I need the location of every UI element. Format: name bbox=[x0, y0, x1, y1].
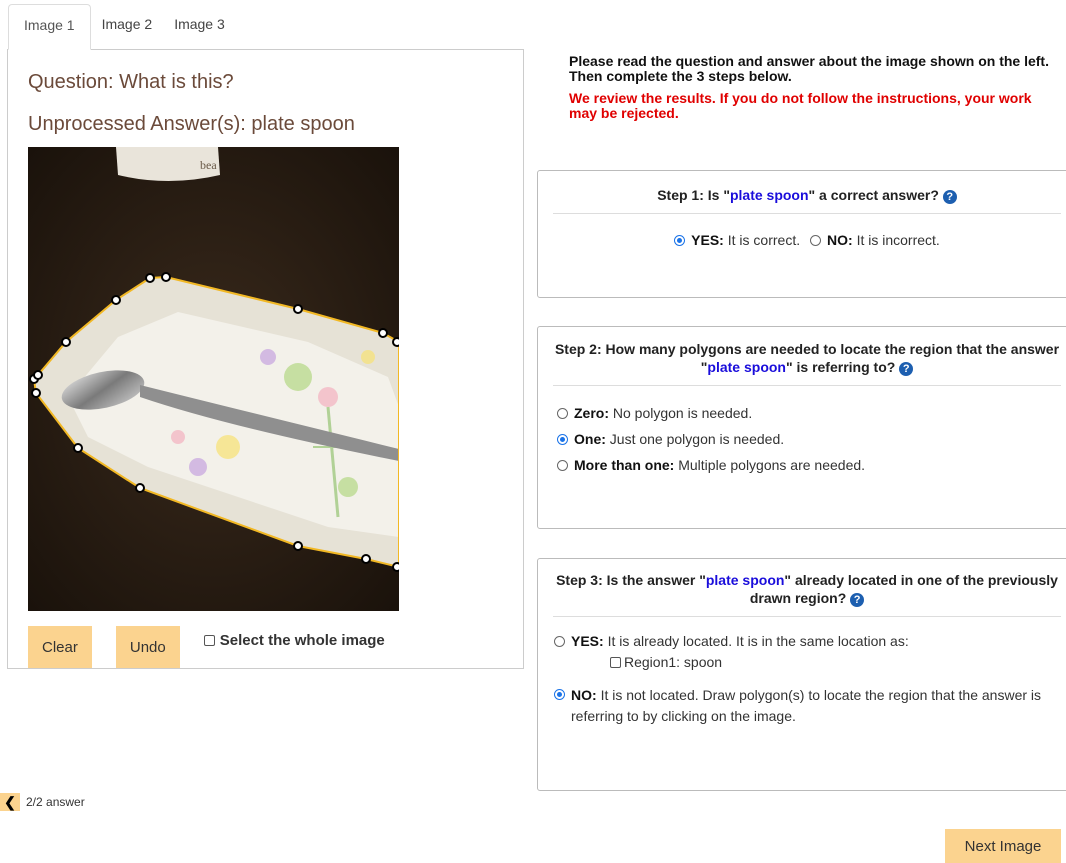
step-1-panel: Step 1: Is "plate spoon" a correct answe… bbox=[537, 170, 1066, 298]
radio-already-located[interactable] bbox=[554, 636, 565, 647]
warning-text: We review the results. If you do not fol… bbox=[569, 90, 1032, 121]
option-more-label: More than one: bbox=[574, 457, 675, 473]
polygon-vertex[interactable] bbox=[31, 388, 41, 398]
step-3-no-option[interactable]: NO: It is not located. Draw polygon(s) t… bbox=[554, 685, 1046, 727]
region1-label: Region1: spoon bbox=[624, 654, 723, 670]
radio-no[interactable] bbox=[810, 235, 821, 246]
polygon-vertex[interactable] bbox=[378, 328, 388, 338]
region1-checkbox-box[interactable] bbox=[610, 657, 621, 668]
polygon-vertex[interactable] bbox=[293, 304, 303, 314]
step-3-yes-option[interactable]: YES: It is already located. It is in the… bbox=[554, 631, 1046, 652]
image-controls: Clear Undo Select the whole image bbox=[28, 626, 385, 668]
step-3-no-text: It is not located. Draw polygon(s) to lo… bbox=[571, 687, 1042, 724]
clear-button[interactable]: Clear bbox=[28, 626, 92, 668]
no-text: It is incorrect. bbox=[856, 232, 940, 248]
radio-more[interactable] bbox=[557, 460, 568, 471]
annotation-image[interactable]: bea bbox=[28, 147, 399, 611]
step-3-options: YES: It is already located. It is in the… bbox=[538, 617, 1066, 727]
step-1-yes-option[interactable]: YES: It is correct. bbox=[674, 232, 800, 248]
instructions: Please read the question and answer abou… bbox=[569, 54, 1049, 121]
step-2-options: Zero: No polygon is needed. One: Just on… bbox=[538, 386, 1066, 478]
radio-not-located[interactable] bbox=[554, 689, 565, 700]
option-more[interactable]: More than one: Multiple polygons are nee… bbox=[557, 452, 1066, 478]
cup-text: bea bbox=[200, 158, 217, 172]
answer-text: Unprocessed Answer(s): plate spoon bbox=[28, 113, 355, 135]
step-3-yes-label: YES: bbox=[571, 633, 604, 649]
divider bbox=[553, 213, 1061, 214]
step-1-title: Step 1: Is "plate spoon" a correct answe… bbox=[538, 186, 1066, 204]
yes-label: YES: bbox=[691, 232, 724, 248]
step-2-title: Step 2: How many polygons are needed to … bbox=[538, 340, 1066, 376]
step-3-title: Step 3: Is the answer "plate spoon" alre… bbox=[538, 571, 1066, 607]
undo-button[interactable]: Undo bbox=[115, 626, 180, 668]
polygon-vertex[interactable] bbox=[293, 541, 303, 551]
step-1-answer: plate spoon bbox=[729, 187, 809, 203]
option-one[interactable]: One: Just one polygon is needed. bbox=[557, 426, 1066, 452]
step-3-no-label: NO: bbox=[571, 687, 597, 703]
option-zero-text: No polygon is needed. bbox=[612, 405, 753, 421]
polygon-vertex[interactable] bbox=[111, 295, 121, 305]
next-image-button[interactable]: Next Image bbox=[945, 829, 1061, 863]
tab-image-3[interactable]: Image 3 bbox=[163, 4, 236, 50]
chevron-left-icon[interactable]: ❮ bbox=[0, 793, 20, 811]
polygon-vertex[interactable] bbox=[161, 272, 171, 282]
radio-zero[interactable] bbox=[557, 408, 568, 419]
no-label: NO: bbox=[827, 232, 853, 248]
question-text: Question: What is this? bbox=[28, 71, 234, 93]
polygon-vertex[interactable] bbox=[392, 562, 399, 572]
help-icon[interactable]: ? bbox=[850, 593, 865, 607]
polygon-vertex[interactable] bbox=[135, 483, 145, 493]
tab-image-2[interactable]: Image 2 bbox=[91, 4, 164, 50]
option-zero[interactable]: Zero: No polygon is needed. bbox=[557, 400, 1066, 426]
polygon-vertex[interactable] bbox=[145, 273, 155, 283]
step-3-prefix: Step 3: Is the answer " bbox=[556, 572, 706, 588]
image-tabs: Image 1 Image 2 Image 3 bbox=[8, 4, 236, 50]
polygon-vertex[interactable] bbox=[33, 370, 43, 380]
tab-image-1[interactable]: Image 1 bbox=[8, 4, 91, 50]
annotation-canvas[interactable]: bea bbox=[28, 147, 399, 611]
step-3-suffix: " already located in one of the previous… bbox=[749, 572, 1058, 606]
option-zero-label: Zero: bbox=[574, 405, 609, 421]
step-2-suffix: " is referring to? bbox=[785, 359, 896, 375]
option-more-text: Multiple polygons are needed. bbox=[678, 457, 866, 473]
answer-navigation: ❮ 2/2 answer bbox=[0, 793, 85, 811]
answer-counter: 2/2 answer bbox=[26, 795, 85, 809]
polygon-vertex[interactable] bbox=[392, 337, 399, 347]
select-whole-image-checkbox[interactable]: Select the whole image bbox=[203, 632, 385, 649]
help-icon[interactable]: ? bbox=[942, 190, 957, 204]
yes-text: It is correct. bbox=[727, 232, 801, 248]
step-1-prefix: Step 1: Is " bbox=[657, 187, 730, 203]
option-one-text: Just one polygon is needed. bbox=[609, 431, 785, 447]
option-one-label: One: bbox=[574, 431, 606, 447]
help-icon[interactable]: ? bbox=[899, 362, 914, 376]
radio-yes[interactable] bbox=[674, 235, 686, 246]
select-whole-image-label: Select the whole image bbox=[219, 632, 385, 649]
polygon-vertex[interactable] bbox=[61, 337, 71, 347]
checkbox-box[interactable] bbox=[203, 635, 215, 646]
step-1-options: YES: It is correct. NO: It is incorrect. bbox=[538, 232, 1066, 248]
radio-one[interactable] bbox=[557, 434, 568, 445]
step-3-yes-text: It is already located. It is in the same… bbox=[607, 633, 909, 649]
step-2-answer: plate spoon bbox=[707, 359, 786, 375]
step-3-answer: plate spoon bbox=[705, 572, 785, 588]
polygon-vertex[interactable] bbox=[73, 443, 83, 453]
step-1-no-option[interactable]: NO: It is incorrect. bbox=[810, 232, 940, 248]
step-2-panel: Step 2: How many polygons are needed to … bbox=[537, 326, 1066, 529]
instructions-text: Please read the question and answer abou… bbox=[569, 53, 1049, 84]
step-3-panel: Step 3: Is the answer "plate spoon" alre… bbox=[537, 558, 1066, 791]
step-1-suffix: " a correct answer? bbox=[808, 187, 939, 203]
image-panel: Question: What is this? Unprocessed Answ… bbox=[7, 49, 524, 669]
region1-checkbox[interactable]: Region1: spoon bbox=[610, 652, 1046, 673]
polygon-vertex[interactable] bbox=[361, 554, 371, 564]
